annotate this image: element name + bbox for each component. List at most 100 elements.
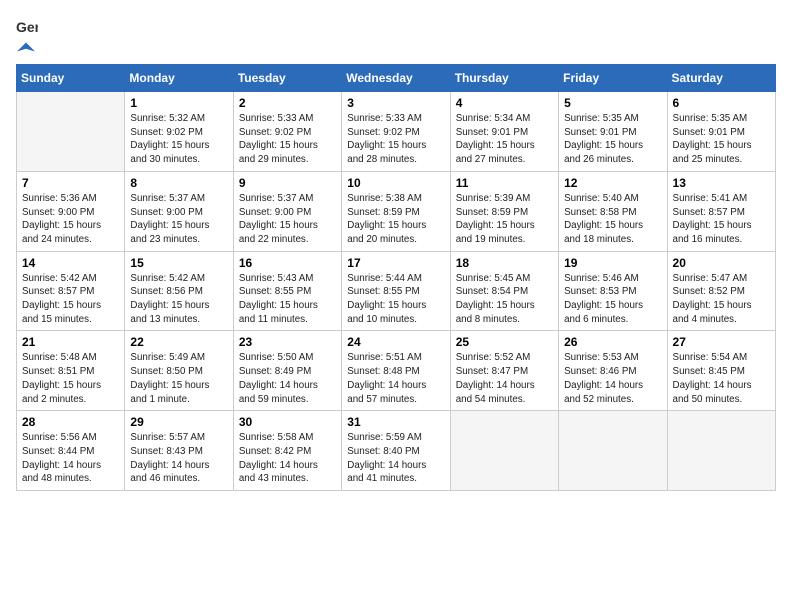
- calendar-cell: 9 Sunrise: 5:37 AMSunset: 9:00 PMDaylight…: [233, 171, 341, 251]
- day-number: 5: [564, 96, 661, 110]
- day-header-tuesday: Tuesday: [233, 65, 341, 92]
- day-number: 23: [239, 335, 336, 349]
- calendar-cell: 4 Sunrise: 5:34 AMSunset: 9:01 PMDaylight…: [450, 92, 558, 172]
- day-info: Sunrise: 5:45 AMSunset: 8:54 PMDaylight:…: [456, 272, 553, 327]
- calendar-week-3: 14Sunrise: 5:42 AMSunset: 8:57 PMDayligh…: [17, 251, 776, 331]
- day-info: Sunrise: 5:47 AMSunset: 8:52 PMDaylight:…: [673, 272, 770, 327]
- calendar-cell: 6 Sunrise: 5:35 AMSunset: 9:01 PMDaylight…: [667, 92, 775, 172]
- day-number: 20: [673, 256, 770, 270]
- page-header: Gen: [16, 16, 776, 56]
- calendar-table: SundayMondayTuesdayWednesdayThursdayFrid…: [16, 64, 776, 491]
- day-info: Sunrise: 5:39 AMSunset: 8:59 PMDaylight:…: [456, 192, 553, 247]
- day-info: Sunrise: 5:41 AMSunset: 8:57 PMDaylight:…: [673, 192, 770, 247]
- calendar-cell: [17, 92, 125, 172]
- calendar-cell: 15Sunrise: 5:42 AMSunset: 8:56 PMDayligh…: [125, 251, 233, 331]
- day-number: 12: [564, 176, 661, 190]
- day-number: 1: [130, 96, 227, 110]
- day-info: Sunrise: 5:43 AMSunset: 8:55 PMDaylight:…: [239, 272, 336, 327]
- day-number: 30: [239, 415, 336, 429]
- calendar-cell: [667, 411, 775, 491]
- calendar-cell: 3 Sunrise: 5:33 AMSunset: 9:02 PMDaylight…: [342, 92, 450, 172]
- day-number: 4: [456, 96, 553, 110]
- calendar-week-4: 21Sunrise: 5:48 AMSunset: 8:51 PMDayligh…: [17, 331, 776, 411]
- calendar-cell: 22 Sunrise: 5:49 AMSunset: 8:50 PMDayligh…: [125, 331, 233, 411]
- calendar-cell: 29Sunrise: 5:57 AMSunset: 8:43 PMDayligh…: [125, 411, 233, 491]
- day-number: 2: [239, 96, 336, 110]
- calendar-cell: 11 Sunrise: 5:39 AMSunset: 8:59 PMDayligh…: [450, 171, 558, 251]
- day-number: 7: [22, 176, 119, 190]
- day-info: Sunrise: 5:35 AMSunset: 9:01 PMDaylight:…: [673, 112, 770, 167]
- calendar-week-2: 7 Sunrise: 5:36 AMSunset: 9:00 PMDaylight…: [17, 171, 776, 251]
- calendar-cell: 18 Sunrise: 5:45 AMSunset: 8:54 PMDayligh…: [450, 251, 558, 331]
- day-number: 6: [673, 96, 770, 110]
- day-info: Sunrise: 5:56 AMSunset: 8:44 PMDaylight:…: [22, 431, 119, 486]
- day-info: Sunrise: 5:52 AMSunset: 8:47 PMDaylight:…: [456, 351, 553, 406]
- calendar-week-1: 1 Sunrise: 5:32 AMSunset: 9:02 PMDaylight…: [17, 92, 776, 172]
- day-info: Sunrise: 5:33 AMSunset: 9:02 PMDaylight:…: [239, 112, 336, 167]
- day-header-friday: Friday: [559, 65, 667, 92]
- calendar-cell: 23 Sunrise: 5:50 AMSunset: 8:49 PMDayligh…: [233, 331, 341, 411]
- day-info: Sunrise: 5:33 AMSunset: 9:02 PMDaylight:…: [347, 112, 444, 167]
- calendar-cell: 30 Sunrise: 5:58 AMSunset: 8:42 PMDayligh…: [233, 411, 341, 491]
- logo-icon: Gen: [16, 16, 38, 38]
- day-info: Sunrise: 5:37 AMSunset: 9:00 PMDaylight:…: [239, 192, 336, 247]
- svg-text:Gen: Gen: [16, 19, 38, 35]
- calendar-cell: 19 Sunrise: 5:46 AMSunset: 8:53 PMDayligh…: [559, 251, 667, 331]
- logo-bird-icon: [17, 38, 35, 56]
- calendar-cell: 8 Sunrise: 5:37 AMSunset: 9:00 PMDaylight…: [125, 171, 233, 251]
- day-number: 26: [564, 335, 661, 349]
- calendar-cell: 27 Sunrise: 5:54 AMSunset: 8:45 PMDayligh…: [667, 331, 775, 411]
- calendar-cell: 1 Sunrise: 5:32 AMSunset: 9:02 PMDaylight…: [125, 92, 233, 172]
- calendar-cell: 2 Sunrise: 5:33 AMSunset: 9:02 PMDaylight…: [233, 92, 341, 172]
- day-info: Sunrise: 5:54 AMSunset: 8:45 PMDaylight:…: [673, 351, 770, 406]
- day-info: Sunrise: 5:57 AMSunset: 8:43 PMDaylight:…: [130, 431, 227, 486]
- day-info: Sunrise: 5:35 AMSunset: 9:01 PMDaylight:…: [564, 112, 661, 167]
- day-number: 22: [130, 335, 227, 349]
- day-header-saturday: Saturday: [667, 65, 775, 92]
- calendar-cell: 26 Sunrise: 5:53 AMSunset: 8:46 PMDayligh…: [559, 331, 667, 411]
- day-info: Sunrise: 5:38 AMSunset: 8:59 PMDaylight:…: [347, 192, 444, 247]
- day-info: Sunrise: 5:53 AMSunset: 8:46 PMDaylight:…: [564, 351, 661, 406]
- calendar-cell: 16 Sunrise: 5:43 AMSunset: 8:55 PMDayligh…: [233, 251, 341, 331]
- day-info: Sunrise: 5:37 AMSunset: 9:00 PMDaylight:…: [130, 192, 227, 247]
- day-number: 31: [347, 415, 444, 429]
- day-header-sunday: Sunday: [17, 65, 125, 92]
- calendar-cell: 14Sunrise: 5:42 AMSunset: 8:57 PMDayligh…: [17, 251, 125, 331]
- day-info: Sunrise: 5:58 AMSunset: 8:42 PMDaylight:…: [239, 431, 336, 486]
- day-header-wednesday: Wednesday: [342, 65, 450, 92]
- calendar-week-5: 28 Sunrise: 5:56 AMSunset: 8:44 PMDayligh…: [17, 411, 776, 491]
- calendar-cell: 21Sunrise: 5:48 AMSunset: 8:51 PMDayligh…: [17, 331, 125, 411]
- calendar-cell: [450, 411, 558, 491]
- day-number: 27: [673, 335, 770, 349]
- day-info: Sunrise: 5:36 AMSunset: 9:00 PMDaylight:…: [22, 192, 119, 247]
- calendar-cell: 5 Sunrise: 5:35 AMSunset: 9:01 PMDaylight…: [559, 92, 667, 172]
- day-number: 3: [347, 96, 444, 110]
- logo: Gen: [16, 16, 38, 56]
- day-info: Sunrise: 5:48 AMSunset: 8:51 PMDaylight:…: [22, 351, 119, 406]
- day-info: Sunrise: 5:32 AMSunset: 9:02 PMDaylight:…: [130, 112, 227, 167]
- calendar-cell: 31 Sunrise: 5:59 AMSunset: 8:40 PMDayligh…: [342, 411, 450, 491]
- day-info: Sunrise: 5:50 AMSunset: 8:49 PMDaylight:…: [239, 351, 336, 406]
- day-number: 19: [564, 256, 661, 270]
- day-info: Sunrise: 5:59 AMSunset: 8:40 PMDaylight:…: [347, 431, 444, 486]
- day-number: 18: [456, 256, 553, 270]
- day-info: Sunrise: 5:42 AMSunset: 8:57 PMDaylight:…: [22, 272, 119, 327]
- calendar-cell: 17Sunrise: 5:44 AMSunset: 8:55 PMDayligh…: [342, 251, 450, 331]
- day-header-monday: Monday: [125, 65, 233, 92]
- day-info: Sunrise: 5:44 AMSunset: 8:55 PMDaylight:…: [347, 272, 444, 327]
- day-number: 25: [456, 335, 553, 349]
- day-info: Sunrise: 5:46 AMSunset: 8:53 PMDaylight:…: [564, 272, 661, 327]
- day-number: 16: [239, 256, 336, 270]
- calendar-cell: [559, 411, 667, 491]
- day-number: 15: [130, 256, 227, 270]
- day-number: 11: [456, 176, 553, 190]
- day-info: Sunrise: 5:34 AMSunset: 9:01 PMDaylight:…: [456, 112, 553, 167]
- day-number: 24: [347, 335, 444, 349]
- day-number: 28: [22, 415, 119, 429]
- day-number: 9: [239, 176, 336, 190]
- day-number: 8: [130, 176, 227, 190]
- calendar-cell: 25 Sunrise: 5:52 AMSunset: 8:47 PMDayligh…: [450, 331, 558, 411]
- day-info: Sunrise: 5:51 AMSunset: 8:48 PMDaylight:…: [347, 351, 444, 406]
- calendar-cell: 24 Sunrise: 5:51 AMSunset: 8:48 PMDayligh…: [342, 331, 450, 411]
- day-info: Sunrise: 5:49 AMSunset: 8:50 PMDaylight:…: [130, 351, 227, 406]
